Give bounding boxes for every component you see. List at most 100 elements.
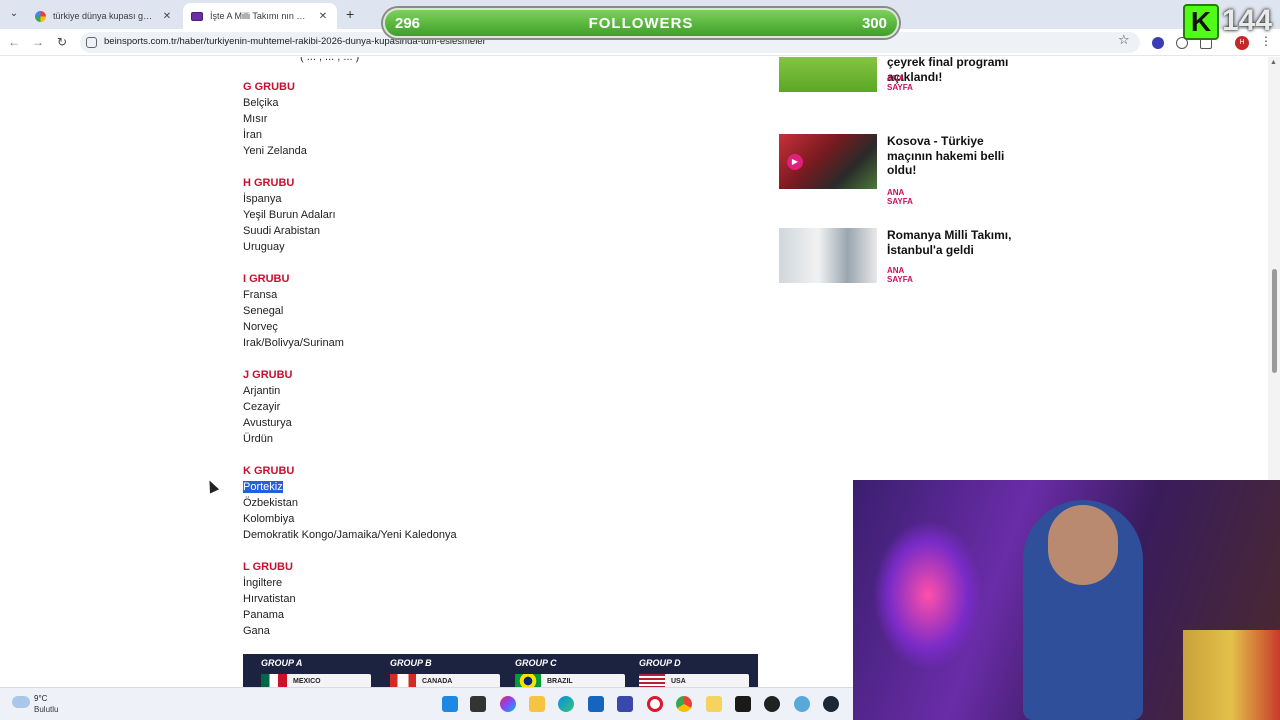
- scrollbar-thumb[interactable]: [1272, 269, 1277, 373]
- weather-description[interactable]: Bulutlu: [34, 705, 58, 714]
- banner-country: BRAZIL: [515, 674, 625, 687]
- team-item: Uruguay: [243, 241, 285, 253]
- canada-flag-icon: [390, 674, 416, 687]
- article-title[interactable]: Romanya Milli Takımı, İstanbul'a geldi: [887, 228, 1027, 257]
- banner-country-name: USA: [671, 677, 686, 685]
- team-item: Demokratik Kongo/Jamaika/Yeni Kaledonya: [243, 529, 457, 541]
- group-block: H GRUBU İspanya Yeşil Burun Adaları Suud…: [243, 175, 336, 255]
- banner-country-name: MEXICO: [293, 677, 321, 685]
- truncated-previous-line: ( ... , ... , ... ): [300, 57, 360, 63]
- group-block: I GRUBU Fransa Senegal Norveç Irak/Boliv…: [243, 271, 344, 351]
- mexico-flag-icon: [261, 674, 287, 687]
- article-category[interactable]: ANA SAYFA: [887, 266, 913, 284]
- tab-google-search[interactable]: türkiye dünya kupası gruplar - Ar ✕: [27, 3, 181, 29]
- app-icon[interactable]: [617, 696, 633, 712]
- followers-label: FOLLOWERS: [588, 14, 694, 32]
- team-item: Ürdün: [243, 433, 273, 445]
- followers-current: 296: [395, 14, 421, 32]
- cloud-icon[interactable]: [12, 696, 30, 708]
- close-icon[interactable]: ✕: [161, 11, 173, 22]
- banner-country: MEXICO: [261, 674, 371, 687]
- weather-temperature[interactable]: 9°C: [34, 694, 47, 703]
- team-item: Senegal: [243, 305, 284, 317]
- banner-country-name: CANADA: [422, 677, 453, 685]
- team-item: Irak/Bolivya/Surinam: [243, 337, 344, 349]
- settings-gear-icon[interactable]: [794, 696, 810, 712]
- team-item: Kolombiya: [243, 513, 295, 525]
- task-view-icon[interactable]: [470, 696, 486, 712]
- app-icon[interactable]: [735, 696, 751, 712]
- team-item: İran: [243, 129, 262, 141]
- obs-icon[interactable]: [764, 696, 780, 712]
- banner-group: GROUP D USA: [639, 658, 749, 687]
- group-heading: G GRUBU: [243, 81, 295, 93]
- kick-viewer-count: 144: [1222, 4, 1273, 37]
- banner-group: GROUP A MEXICO: [261, 658, 371, 687]
- edge-icon[interactable]: [558, 696, 574, 712]
- team-item: Hırvatistan: [243, 593, 296, 605]
- team-item: İspanya: [243, 193, 282, 205]
- team-item: Belçika: [243, 97, 279, 109]
- back-icon[interactable]: ←: [6, 35, 22, 49]
- reload-icon[interactable]: ↻: [54, 35, 70, 49]
- kick-logo-icon: K: [1183, 4, 1219, 40]
- file-explorer-icon[interactable]: [529, 696, 545, 712]
- team-item: Fransa: [243, 289, 278, 301]
- group-heading: J GRUBU: [243, 369, 293, 381]
- close-icon[interactable]: ✕: [317, 11, 329, 22]
- webcam-overlay: [853, 480, 1280, 720]
- app-icon[interactable]: [706, 696, 722, 712]
- steam-icon[interactable]: [823, 696, 839, 712]
- banner-group-label: GROUP B: [390, 658, 432, 668]
- article-thumbnail[interactable]: [779, 57, 877, 92]
- selected-text: Portekiz: [243, 481, 283, 493]
- banner-country: USA: [639, 674, 749, 687]
- team-item: Suudi Arabistan: [243, 225, 321, 237]
- article-category[interactable]: ANA SAYFA: [887, 188, 913, 206]
- start-menu-icon[interactable]: [442, 696, 458, 712]
- team-item: Özbekistan: [243, 497, 299, 509]
- banner-country: CANADA: [390, 674, 500, 687]
- play-icon[interactable]: ▶: [787, 154, 803, 170]
- article-category[interactable]: ANA SAYFA: [887, 74, 913, 92]
- team-item: İngiltere: [243, 577, 283, 589]
- scroll-up-icon[interactable]: ▲: [1270, 59, 1277, 66]
- chrome-icon[interactable]: [676, 696, 692, 712]
- profile-avatar[interactable]: H: [1235, 36, 1249, 50]
- copilot-icon[interactable]: [500, 696, 516, 712]
- team-item: Norveç: [243, 321, 278, 333]
- webcam-flag: [1183, 630, 1280, 720]
- article-thumbnail[interactable]: [779, 228, 877, 283]
- group-heading: I GRUBU: [243, 273, 290, 285]
- forward-icon[interactable]: →: [30, 35, 46, 49]
- google-favicon-icon: [35, 10, 46, 22]
- group-block: K GRUBU Portekiz Özbekistan Kolombiya De…: [243, 463, 457, 543]
- bookmark-star-icon[interactable]: ☆: [1118, 32, 1130, 48]
- team-item: Yeni Zelanda: [243, 145, 307, 157]
- opera-icon[interactable]: [647, 696, 663, 712]
- tab-beinsports-article[interactable]: İşte A Milli Takımı nın Dünya Kupa ✕: [183, 3, 337, 29]
- tab-title: türkiye dünya kupası gruplar - Ar: [53, 11, 154, 21]
- team-item: Avusturya: [243, 417, 292, 429]
- group-block: G GRUBU Belçika Mısır İran Yeni Zelanda: [243, 79, 307, 159]
- banner-group-label: GROUP A: [261, 658, 303, 668]
- followers-goal: 300: [861, 14, 887, 32]
- webcam-poster: [873, 520, 983, 670]
- group-block: L GRUBU İngiltere Hırvatistan Panama Gan…: [243, 559, 296, 639]
- new-tab-icon[interactable]: +: [346, 6, 354, 22]
- group-block: J GRUBU Arjantin Cezayir Avusturya Ürdün: [243, 367, 293, 447]
- store-icon[interactable]: [588, 696, 604, 712]
- team-item: Cezayir: [243, 401, 281, 413]
- tab-search-icon[interactable]: ⌄: [6, 6, 22, 22]
- extension-icon[interactable]: [1152, 37, 1164, 49]
- article-thumbnail[interactable]: ▶: [779, 134, 877, 189]
- banner-group: GROUP B CANADA: [390, 658, 500, 687]
- group-heading: K GRUBU: [243, 465, 295, 477]
- world-cup-groups-image: GROUP A MEXICO GROUP B CANADA GROUP C BR…: [243, 654, 758, 687]
- banner-group-label: GROUP C: [515, 658, 557, 668]
- followers-goal-bar: 296 FOLLOWERS 300: [383, 8, 899, 38]
- article-title[interactable]: Kosova - Türkiye maçının hakemi belli ol…: [887, 134, 1027, 178]
- beinsports-favicon-icon: [191, 11, 203, 21]
- site-info-icon[interactable]: [86, 37, 97, 48]
- brazil-flag-icon: [515, 674, 541, 687]
